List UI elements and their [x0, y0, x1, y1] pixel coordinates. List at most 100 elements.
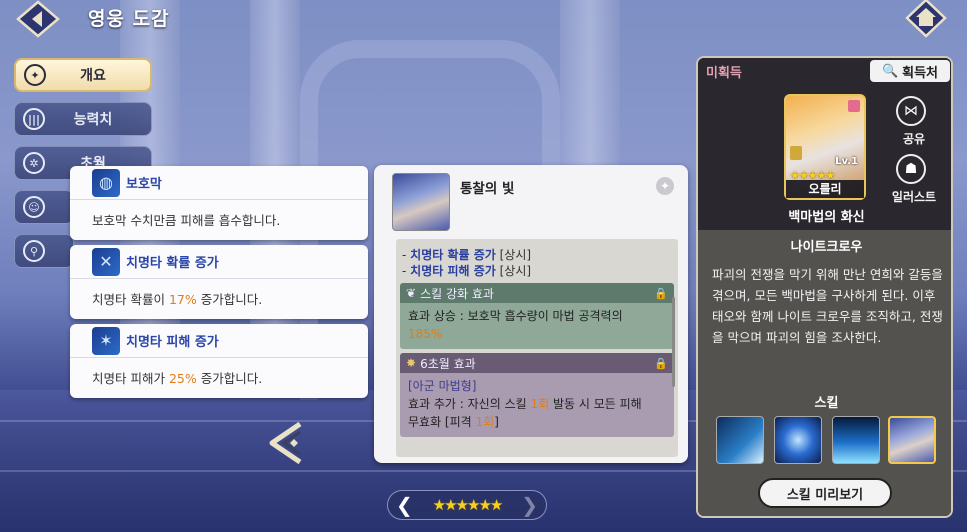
hero-lore: 파괴의 전쟁을 막기 위해 만난 연희와 갈등을 겪으며, 모든 백마법을 구사…: [712, 267, 943, 345]
enhance-text: 효과 상승 : 보호막 흡수량이 마법 공격력의: [408, 309, 623, 323]
tab-profile[interactable]: ☺: [14, 190, 74, 224]
hero-name: 오를리: [786, 180, 864, 198]
diamond-back-icon: [16, 0, 60, 38]
skill-preview-button[interactable]: 스킬 미리보기: [758, 478, 892, 508]
enhance-body: 효과 상승 : 보호막 흡수량이 마법 공격력의 185%: [400, 303, 674, 349]
transcend-sub: [아군 마법형]: [408, 379, 477, 393]
hero-header-section: 미획득 🔍 획득처 Lv.1 ★★★★★ 오를리 ⋈ 공유 ☗ 일러스트 백마법…: [698, 58, 951, 230]
desc-text: 증가합니다.: [196, 292, 263, 307]
acquire-source-button[interactable]: 🔍 획득처: [870, 60, 950, 82]
passive-header: ◍ 보호막: [70, 166, 368, 200]
line-suffix: [상시]: [495, 264, 532, 278]
lock-icon: 🔒: [654, 356, 668, 370]
enhance-effect-box: ❦ 스킬 강화 효과 🔒 효과 상승 : 보호막 흡수량이 마법 공격력의 18…: [400, 283, 674, 349]
tab-stats[interactable]: ||| 능력치: [14, 102, 152, 136]
line-highlight: 치명타 피해 증가: [410, 264, 496, 278]
tab-label: 능력치: [73, 112, 113, 128]
desc-value: 25%: [168, 371, 197, 386]
skill-title: 통찰의 빛: [460, 181, 515, 197]
overview-icon: ✦: [24, 64, 46, 86]
equipment-icon: ⚲: [23, 240, 45, 262]
passive-card: ✕ 치명타 확률 증가 치명타 확률이 17% 증가합니다.: [70, 245, 368, 319]
acquire-label: 획득처: [902, 65, 939, 81]
skill-section-label: 스킬: [814, 396, 839, 411]
skill-slot-3[interactable]: [832, 416, 880, 464]
collapse-arrow-button[interactable]: [262, 418, 312, 468]
effect-line: - 치명타 확률 증가 [상시]: [396, 247, 678, 263]
enhance-value: 185%: [408, 327, 443, 341]
skill-portrait: [392, 173, 450, 231]
line-suffix: [상시]: [495, 248, 532, 262]
home-button[interactable]: [903, 0, 949, 38]
skill-slot-4-selected[interactable]: [888, 416, 936, 464]
enhance-header: ❦ 스킬 강화 효과 🔒: [400, 283, 674, 303]
rank-icon: [790, 146, 802, 160]
passive-desc: 치명타 피해가 25% 증가합니다.: [70, 358, 368, 387]
line-prefix: -: [402, 264, 411, 278]
passive-card: ✶ 치명타 피해 증가 치명타 피해가 25% 증가합니다.: [70, 324, 368, 398]
scrollbar[interactable]: [672, 297, 675, 387]
crit-damage-icon: ✶: [92, 326, 120, 355]
crit-rate-icon: ✕: [92, 247, 120, 276]
hero-detail-section: 나이트크로우 파괴의 전쟁을 막기 위해 만난 연희와 갈등을 겪으며, 모든 …: [698, 230, 951, 516]
star-grade-pager: ❮ ★★★★★★ ❯: [387, 490, 547, 520]
line-prefix: -: [402, 248, 411, 262]
share-icon: ⋈: [904, 103, 918, 119]
transcend-title: 6초월 효과: [420, 356, 476, 371]
acquire-status: 미획득: [706, 66, 742, 81]
skill-slot-2[interactable]: [774, 416, 822, 464]
passive-header: ✕ 치명타 확률 증가: [70, 245, 368, 279]
effect-line: - 치명타 피해 증가 [상시]: [396, 263, 678, 279]
tab-label: 개요: [80, 68, 106, 84]
transcend-text: ]: [494, 415, 499, 429]
desc-text: 증가합니다.: [196, 371, 263, 386]
scroll-gap: [396, 239, 678, 247]
transcend-icon: ✸: [406, 356, 417, 370]
back-button[interactable]: [14, 0, 62, 38]
badge-icon: [848, 100, 860, 112]
home-icon: [905, 0, 947, 38]
transcend-text: 무효화 [피격: [408, 415, 476, 429]
illustration-button[interactable]: ☗: [896, 154, 926, 184]
transcend-value: 1회: [475, 415, 495, 429]
passive-name: 치명타 확률 증가: [126, 256, 219, 271]
transcend-text: 효과 추가 : 자신의 스킬: [408, 397, 531, 411]
hero-card[interactable]: Lv.1 ★★★★★ 오를리: [784, 94, 866, 200]
passive-name: 치명타 피해 증가: [126, 335, 219, 350]
hero-faction: 나이트크로우: [790, 240, 863, 255]
illustration-label: 일러스트: [891, 190, 937, 204]
gear-icon[interactable]: ✦: [656, 177, 674, 195]
enhance-icon: ❦: [406, 286, 417, 300]
line-highlight: 치명타 확률 증가: [410, 248, 496, 262]
transcend-line: 무효화 [피격 1회]: [408, 413, 666, 431]
skill-detail-panel: 통찰의 빛 ✦ - 치명타 확률 증가 [상시] - 치명타 피해 증가 [상시…: [374, 165, 688, 463]
chevron-right-icon[interactable]: ❯: [521, 493, 538, 517]
transcend-line: 효과 추가 : 자신의 스킬 1회 발동 시 모든 피해: [408, 395, 666, 413]
share-label: 공유: [902, 132, 926, 146]
passive-desc: 치명타 확률이 17% 증가합니다.: [70, 279, 368, 308]
enhance-title: 스킬 강화 효과: [420, 286, 494, 301]
passive-card: ◍ 보호막 보호막 수치만큼 피해를 흡수합니다.: [70, 166, 368, 240]
skill-slot-1[interactable]: [716, 416, 764, 464]
star-rating: ★★★★★★: [432, 496, 504, 514]
skill-description-scroll[interactable]: - 치명타 확률 증가 [상시] - 치명타 피해 증가 [상시] ❦ 스킬 강…: [396, 239, 678, 457]
transcend-icon: ✲: [23, 152, 45, 174]
hero-level: Lv.1: [835, 156, 858, 167]
transcend-effect-box: ✸ 6초월 효과 🔒 [아군 마법형] 효과 추가 : 자신의 스킬 1회 발동…: [400, 353, 674, 437]
desc-text: 치명타 확률이: [92, 292, 169, 307]
search-icon: 🔍: [881, 63, 899, 79]
transcend-text: 발동 시 모든 피해: [549, 397, 642, 411]
passive-header: ✶ 치명타 피해 증가: [70, 324, 368, 358]
hero-subtitle: 백마법의 화신: [788, 210, 865, 225]
tab-equipment[interactable]: ⚲: [14, 234, 74, 268]
portrait-icon: ☗: [904, 161, 918, 177]
chevron-left-icon: [269, 421, 302, 465]
shield-icon: ◍: [92, 168, 120, 197]
profile-icon: ☺: [23, 196, 45, 218]
chevron-left-icon[interactable]: ❮: [396, 493, 413, 517]
share-button[interactable]: ⋈: [896, 96, 926, 126]
transcend-header: ✸ 6초월 효과 🔒: [400, 353, 674, 373]
hero-info-panel: 미획득 🔍 획득처 Lv.1 ★★★★★ 오를리 ⋈ 공유 ☗ 일러스트 백마법…: [696, 56, 953, 518]
passive-name: 보호막: [126, 177, 162, 192]
tab-overview[interactable]: ✦ 개요: [14, 58, 152, 92]
